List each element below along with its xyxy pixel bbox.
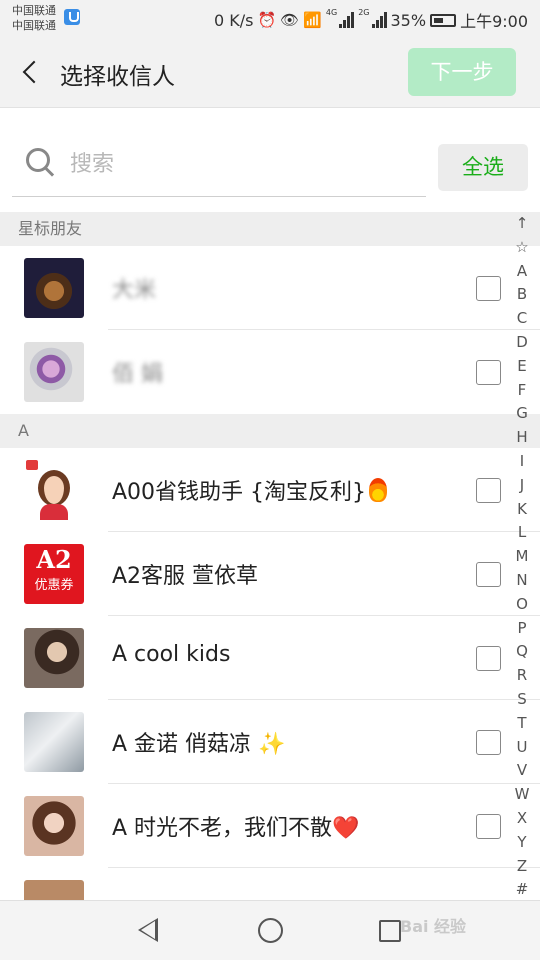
select-checkbox[interactable] <box>476 814 501 839</box>
select-all-button[interactable]: 全选 <box>438 144 528 191</box>
index-letter[interactable]: H <box>508 426 536 450</box>
select-checkbox[interactable] <box>476 360 501 385</box>
signal-icon-2 <box>371 12 387 28</box>
index-letter[interactable]: N <box>508 569 536 593</box>
index-letter[interactable]: T <box>508 712 536 736</box>
carrier-labels: 中国联通 中国联通 <box>12 3 56 33</box>
next-step-button[interactable]: 下一步 <box>408 48 516 96</box>
contact-name: 佰 娟 <box>112 362 163 387</box>
index-letter[interactable]: J <box>508 474 536 498</box>
index-letter[interactable]: V <box>508 759 536 783</box>
avatar <box>24 796 84 856</box>
contact-name: A cool kids <box>112 642 231 667</box>
avatar <box>24 460 84 520</box>
index-letter[interactable]: ☆ <box>508 236 536 260</box>
contact-row[interactable]: 佰 娟 <box>0 330 540 414</box>
section-header-starred: 星标朋友 <box>0 212 540 246</box>
search-bar: 全选 <box>0 126 540 210</box>
search-icon <box>26 148 56 178</box>
back-arrow-icon[interactable] <box>18 58 44 88</box>
search-input[interactable] <box>70 144 410 184</box>
contact-name: A2客服 萱依草 <box>112 564 259 589</box>
index-letter[interactable]: B <box>508 283 536 307</box>
index-letter[interactable]: X <box>508 807 536 831</box>
index-letter[interactable]: D <box>508 331 536 355</box>
select-checkbox[interactable] <box>476 730 501 755</box>
carrier-1: 中国联通 <box>12 4 56 17</box>
network-type-1: 4G <box>325 8 338 17</box>
index-letter[interactable]: Z <box>508 855 536 879</box>
index-letter[interactable]: S <box>508 688 536 712</box>
alphabet-index[interactable]: ↑ ☆ A B C D E F G H I J K L M N O P Q R S T U V W X Y Z # <box>508 212 536 902</box>
contact-row[interactable]: A 金诺 俏菇凉 ✨ <box>0 700 540 784</box>
index-letter[interactable]: R <box>508 664 536 688</box>
contact-name-text: A00省钱助手 {淘宝反利} <box>112 480 367 505</box>
nav-recent-apps-icon[interactable] <box>379 920 401 942</box>
network-type-2: 2G <box>358 8 370 17</box>
alarm-icon: ⏰ <box>257 11 277 29</box>
navigation-bar: Bai 经验 <box>0 900 540 960</box>
vpn-shield-icon <box>64 9 80 25</box>
contact-row[interactable]: A 时光不老，我们不散❤️ <box>0 784 540 868</box>
index-letter[interactable]: A <box>508 260 536 284</box>
search-underline <box>12 196 426 197</box>
network-speed: 0 K/s <box>214 10 254 30</box>
select-checkbox[interactable] <box>476 478 501 503</box>
contact-name: A 时光不老，我们不散❤️ <box>112 816 360 841</box>
contact-name: A 金诺 俏菇凉 ✨ <box>112 732 286 757</box>
index-letter[interactable]: # <box>508 878 536 902</box>
avatar <box>24 712 84 772</box>
index-letter[interactable]: Q <box>508 640 536 664</box>
avatar <box>24 628 84 688</box>
contact-row[interactable]: A00省钱助手 {淘宝反利} <box>0 448 540 532</box>
title-bar: 选择收信人 下一步 <box>0 38 540 108</box>
contact-row[interactable]: A2 优惠券 A2客服 萱依草 <box>0 532 540 616</box>
avatar: A2 优惠券 <box>24 544 84 604</box>
avatar-text-top: A2 <box>36 545 72 574</box>
page-title: 选择收信人 <box>60 64 175 90</box>
contact-name: A00省钱助手 {淘宝反利} <box>112 474 388 506</box>
select-checkbox[interactable] <box>476 276 501 301</box>
index-letter[interactable]: I <box>508 450 536 474</box>
index-letter[interactable]: U <box>508 736 536 760</box>
status-indicators: 0 K/s ⏰ 👁 📶 4G 2G 35% 上午9:00 <box>214 8 528 32</box>
nav-back-icon[interactable] <box>138 918 158 942</box>
select-checkbox[interactable] <box>476 646 501 671</box>
index-letter[interactable]: L <box>508 521 536 545</box>
status-bar: 中国联通 中国联通 0 K/s ⏰ 👁 📶 4G 2G 35% 上午9:00 <box>0 0 540 38</box>
contact-row[interactable]: A cool kids <box>0 616 540 700</box>
index-letter[interactable]: P <box>508 617 536 641</box>
contact-row[interactable]: 大米 <box>0 246 540 330</box>
index-letter[interactable]: M <box>508 545 536 569</box>
index-letter[interactable]: O <box>508 593 536 617</box>
index-letter[interactable]: ↑ <box>508 212 536 236</box>
index-letter[interactable]: F <box>508 379 536 403</box>
clock: 上午9:00 <box>460 12 528 31</box>
carrier-2: 中国联通 <box>12 19 56 32</box>
eye-comfort-icon: 👁 <box>280 11 300 29</box>
index-letter[interactable]: W <box>508 783 536 807</box>
battery-icon <box>430 13 457 27</box>
fire-emoji-icon <box>369 478 388 502</box>
signal-icon <box>339 12 355 28</box>
wifi-icon: 📶 <box>303 11 322 29</box>
index-letter[interactable]: E <box>508 355 536 379</box>
avatar <box>24 342 84 402</box>
index-letter[interactable]: C <box>508 307 536 331</box>
avatar-text-bottom: 优惠券 <box>34 578 74 593</box>
section-header-a: A <box>0 414 540 448</box>
battery-percent: 35% <box>390 10 427 30</box>
contact-name: 大米 <box>112 278 157 303</box>
nav-home-icon[interactable] <box>258 918 283 943</box>
select-checkbox[interactable] <box>476 562 501 587</box>
avatar <box>24 258 84 318</box>
watermark: Bai 经验 <box>400 917 467 936</box>
index-letter[interactable]: G <box>508 402 536 426</box>
index-letter[interactable]: K <box>508 498 536 522</box>
index-letter[interactable]: Y <box>508 831 536 855</box>
